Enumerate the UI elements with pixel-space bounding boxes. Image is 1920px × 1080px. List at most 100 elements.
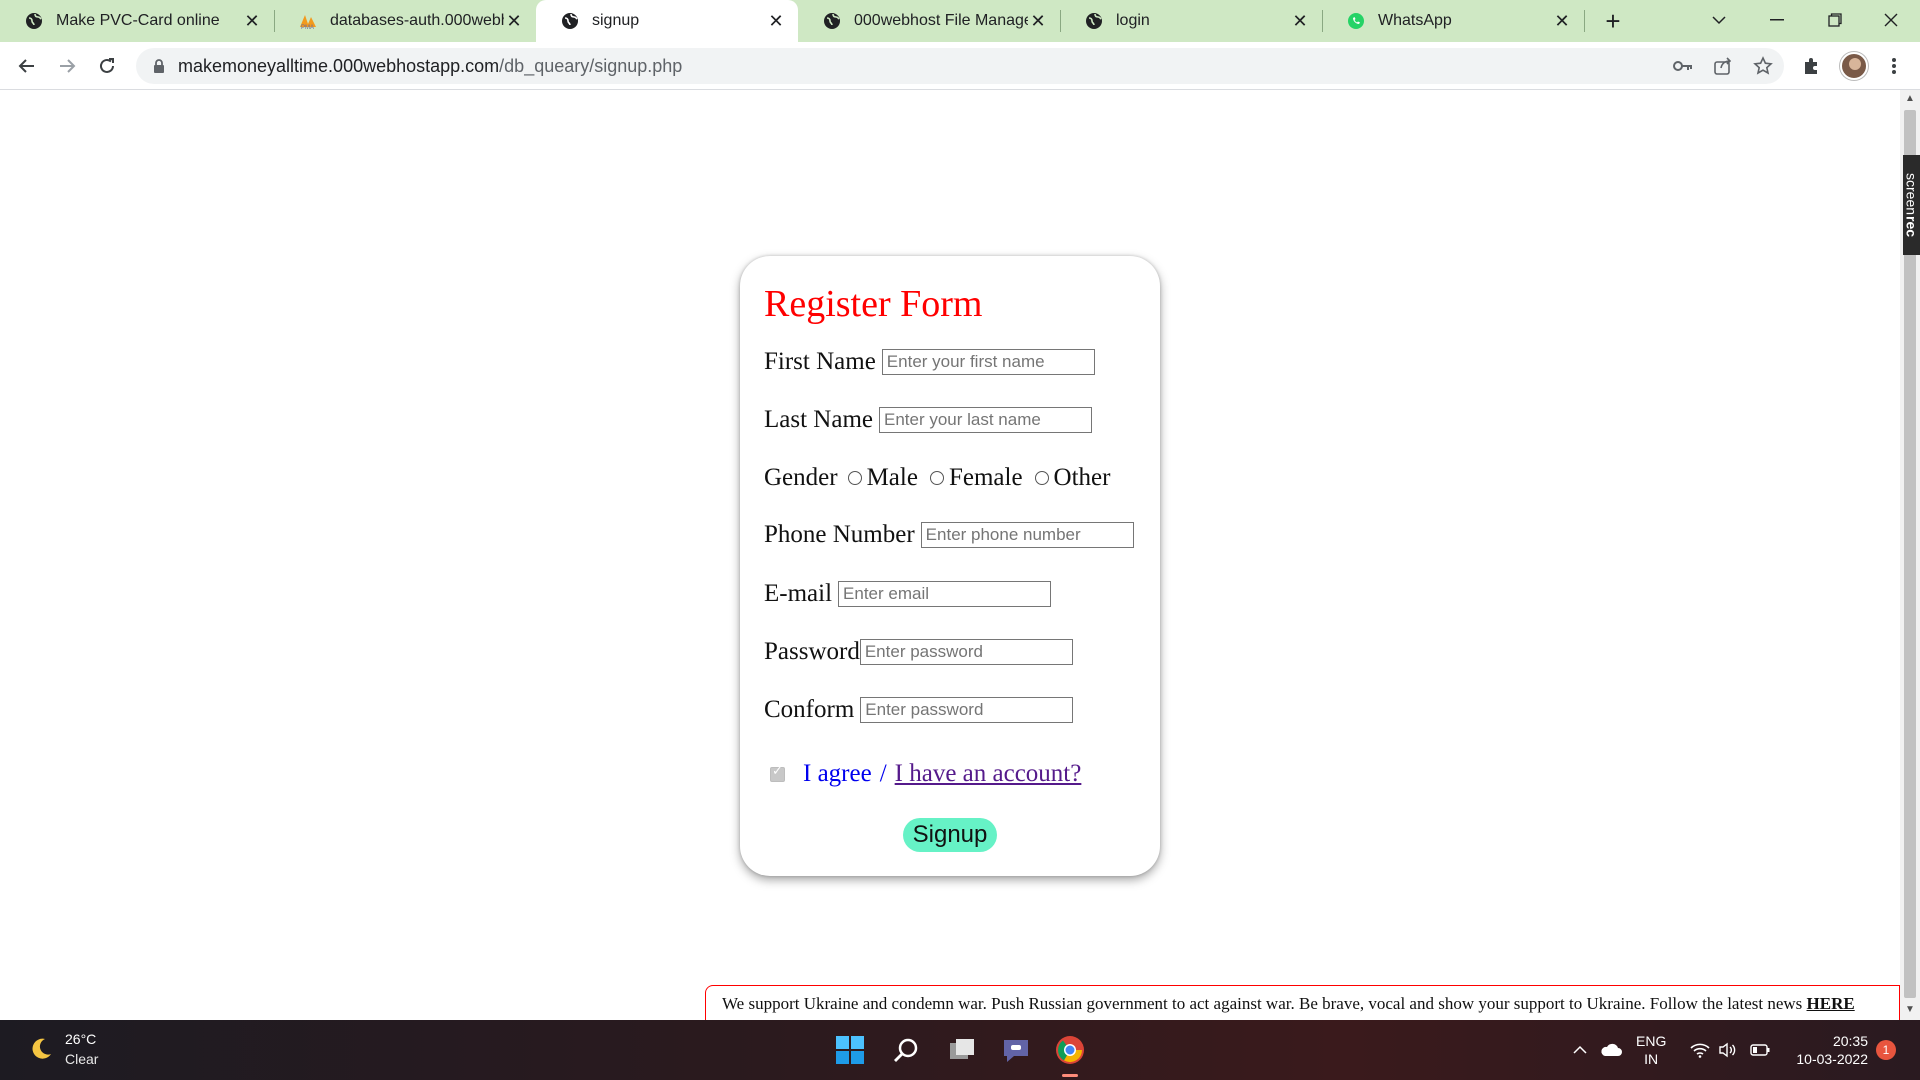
windows-logo-icon (836, 1036, 864, 1064)
close-icon[interactable]: ✕ (504, 11, 524, 31)
password-row: Password (764, 638, 1073, 666)
battery-icon (1750, 1044, 1770, 1056)
gender-female-radio[interactable] (929, 471, 944, 485)
chrome-menu-button[interactable] (1878, 50, 1910, 82)
puzzle-icon (1805, 58, 1817, 74)
url-host: makemoneyalltime.000webhostapp.com (178, 56, 500, 76)
phone-input[interactable] (920, 522, 1134, 548)
extensions-button[interactable] (1796, 50, 1828, 82)
share-icon[interactable] (1712, 55, 1734, 77)
onedrive-button[interactable] (1598, 1020, 1624, 1080)
last-name-label: Last Name (764, 406, 873, 433)
chevron-down-icon (1712, 16, 1726, 25)
tab-search-button[interactable] (1690, 0, 1748, 40)
chrome-taskbar-button[interactable] (1052, 1032, 1088, 1068)
first-name-row: First Name (764, 348, 1095, 376)
url-text[interactable]: makemoneyalltime.000webhostapp.com/db_qu… (178, 56, 682, 77)
close-icon[interactable]: ✕ (1552, 11, 1572, 31)
scroll-up-icon[interactable]: ▲ (1904, 93, 1916, 105)
key-icon[interactable] (1672, 55, 1694, 77)
close-icon[interactable]: ✕ (766, 11, 786, 31)
confirm-row: Conform (764, 696, 1074, 724)
confirm-password-input[interactable] (860, 697, 1074, 723)
phone-label: Phone Number (764, 521, 915, 548)
phone-row: Phone Number (764, 521, 1134, 549)
gender-other-radio[interactable] (1034, 471, 1049, 485)
tab-file-manager[interactable]: 000webhost File Manager ✕ (798, 0, 1060, 42)
agree-checkbox[interactable] (770, 764, 785, 782)
show-hidden-icons-button[interactable] (1570, 1020, 1590, 1080)
weather-temperature[interactable]: 26°C (65, 1031, 96, 1047)
clock-time: 20:35 (1832, 1033, 1868, 1049)
chat-icon (1004, 1040, 1028, 1062)
minimize-button[interactable] (1748, 0, 1806, 40)
agree-label: I agree (803, 760, 872, 787)
close-icon[interactable]: ✕ (242, 11, 262, 31)
signup-button[interactable]: Signup (903, 818, 997, 852)
banner-here-link[interactable]: HERE (1807, 994, 1855, 1013)
avatar (1840, 52, 1868, 80)
email-input[interactable] (838, 581, 1052, 607)
close-window-button[interactable] (1862, 0, 1920, 40)
email-row: E-mail (764, 580, 1052, 608)
tab-databases-auth[interactable]: PMA databases-auth.000webhos ✕ (274, 0, 536, 42)
reload-button[interactable] (91, 50, 123, 82)
teams-chat-button[interactable] (998, 1032, 1034, 1068)
gender-male-radio[interactable] (847, 471, 862, 485)
kebab-menu-icon (1892, 58, 1896, 74)
start-button[interactable] (832, 1032, 868, 1068)
gender-label: Gender (764, 464, 838, 491)
cloud-icon (1601, 1043, 1622, 1056)
register-form-card: Register Form First Name Last Name Gende… (740, 256, 1160, 876)
weather-condition[interactable]: Clear (65, 1051, 98, 1067)
form-title: Register Form (764, 283, 983, 325)
back-button[interactable] (11, 50, 43, 82)
password-input[interactable] (859, 639, 1073, 665)
tab-whatsapp[interactable]: WhatsApp ✕ (1322, 0, 1584, 42)
taskbar-clock[interactable]: 20:35 10-03-2022 (1784, 1032, 1868, 1068)
tab-signup[interactable]: signup ✕ (536, 0, 798, 42)
language-indicator[interactable]: ENG IN (1636, 1032, 1666, 1068)
tab-title: signup (592, 12, 640, 29)
agree-separator: / (879, 760, 887, 787)
search-button[interactable] (888, 1032, 924, 1068)
new-tab-button[interactable]: + (1598, 6, 1628, 36)
restore-button[interactable] (1806, 0, 1864, 40)
screenrec-prefix: screen (1903, 173, 1920, 216)
last-name-input[interactable] (878, 407, 1092, 433)
bookmark-star-icon[interactable] (1752, 55, 1774, 77)
close-icon[interactable]: ✕ (1290, 11, 1310, 31)
confirm-label: Conform (764, 696, 855, 723)
phpmyadmin-icon: PMA (298, 11, 318, 31)
moon-icon[interactable] (28, 1036, 54, 1062)
tab-make-pvc-card[interactable]: Make PVC-Card online ✕ (0, 0, 274, 42)
wifi-button[interactable] (1688, 1020, 1712, 1080)
tab-title: databases-auth.000webhos (330, 12, 504, 29)
tab-strip: Make PVC-Card online ✕ PMA databases-aut… (0, 0, 1920, 42)
search-icon (894, 1038, 918, 1062)
task-view-icon (950, 1039, 974, 1059)
address-bar[interactable]: makemoneyalltime.000webhostapp.com/db_qu… (136, 48, 1784, 84)
close-icon[interactable]: ✕ (1028, 11, 1048, 31)
profile-button[interactable] (1838, 50, 1870, 82)
tab-login[interactable]: login ✕ (1060, 0, 1322, 42)
screenrec-widget[interactable]: screen rec (1903, 155, 1920, 255)
volume-button[interactable] (1716, 1020, 1740, 1080)
have-account-link[interactable]: I have an account? (895, 760, 1082, 788)
gender-other-label: Other (1053, 464, 1111, 491)
screenrec-suffix: rec (1903, 215, 1920, 237)
tab-title: 000webhost File Manager (854, 12, 1028, 29)
first-name-input[interactable] (881, 349, 1095, 375)
battery-button[interactable] (1748, 1020, 1772, 1080)
lock-icon[interactable] (150, 57, 168, 75)
scroll-down-icon[interactable]: ▼ (1904, 1004, 1916, 1016)
password-label: Password (764, 638, 860, 665)
chrome-icon (1056, 1036, 1084, 1064)
svg-text:PMA: PMA (301, 25, 314, 30)
region-code: IN (1644, 1051, 1659, 1067)
task-view-button[interactable] (944, 1032, 980, 1068)
tab-title: Make PVC-Card online (56, 12, 220, 29)
forward-button[interactable] (51, 50, 83, 82)
globe-icon (822, 11, 842, 31)
notification-badge[interactable]: 1 (1876, 1040, 1896, 1060)
